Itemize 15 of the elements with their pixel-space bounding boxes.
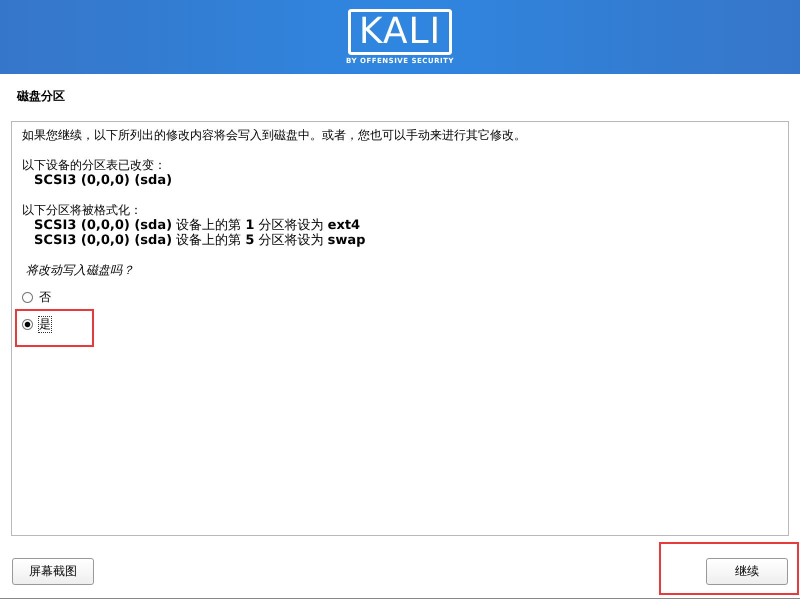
section-heading: 以下分区将被格式化： [22, 203, 143, 218]
device-line: SCSI3 (0,0,0) (sda) 设备上的第 1 分区将设为 ext4 [33, 218, 362, 233]
logo-text: KALI [358, 14, 442, 50]
page-title: 磁盘分区 [17, 88, 66, 105]
device-line: SCSI3 (0,0,0) (sda) [33, 173, 174, 188]
radio-option[interactable]: 否 [22, 290, 51, 305]
radio-icon [22, 292, 33, 303]
dialog-button[interactable]: 继续 [706, 558, 788, 585]
radio-option[interactable]: 是 [22, 317, 51, 332]
dialog-button[interactable]: 屏幕截图 [12, 558, 94, 585]
section-heading: 以下设备的分区表已改变： [22, 158, 167, 173]
radio-icon [22, 319, 33, 330]
device-line: SCSI3 (0,0,0) (sda) 设备上的第 5 分区将设为 swap [33, 233, 366, 248]
question-text: 将改动写入磁盘吗？ [26, 263, 135, 278]
intro-text: 如果您继续，以下所列出的修改内容将会写入到磁盘中。或者，您也可以手动来进行其它修改。 [22, 128, 527, 143]
